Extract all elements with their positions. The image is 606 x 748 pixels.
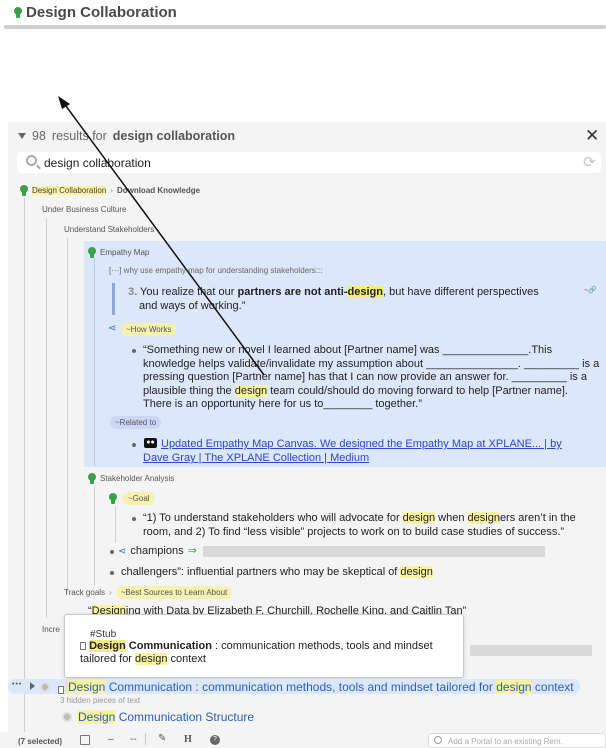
annotation-arrow xyxy=(58,96,265,376)
